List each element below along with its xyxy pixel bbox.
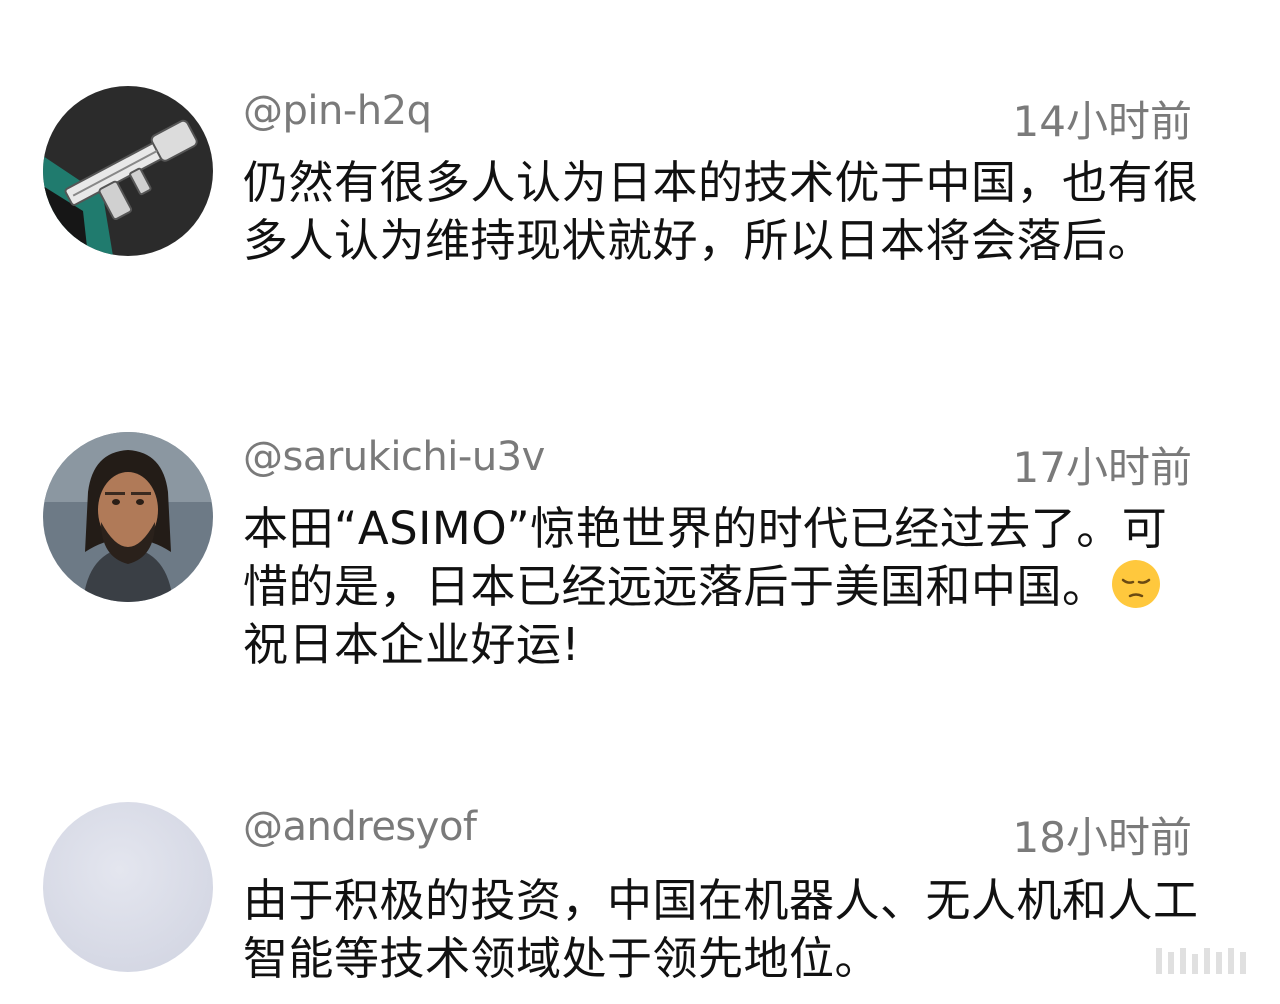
username[interactable]: @pin-h2q <box>243 88 432 134</box>
comment-text-part: 祝日本企业好运! <box>243 618 581 671</box>
avatar[interactable] <box>43 802 213 972</box>
comment-text-part: 本田“ASIMO”惊艳世界的时代已经过去了。可惜的是，日本已经远远落后于美国和中… <box>243 502 1168 613</box>
pensive-face-emoji <box>1111 560 1160 608</box>
bearded-man-portrait <box>43 432 213 602</box>
username[interactable]: @andresyof <box>243 804 477 850</box>
timestamp: 17小时前 <box>1012 443 1192 492</box>
timestamp: 18小时前 <box>1012 813 1192 862</box>
comment-item: @sarukichi-u3v 17小时前 本田“ASIMO”惊艳世界的时代已经过… <box>0 432 1280 692</box>
avatar[interactable] <box>43 86 213 256</box>
comment-item: @andresyof 18小时前 由于积极的投资，中国在机器人、无人机和人工智能… <box>0 802 1280 1002</box>
comment-item: @pin-h2q 14小时前 仍然有很多人认为日本的技术优于中国，也有很多人认为… <box>0 86 1280 346</box>
gun-icon <box>43 86 213 256</box>
timestamp: 14小时前 <box>1012 97 1192 146</box>
avatar[interactable] <box>43 432 213 602</box>
blank-avatar <box>43 802 213 972</box>
comment-text: 本田“ASIMO”惊艳世界的时代已经过去了。可惜的是，日本已经远远落后于美国和中… <box>243 500 1203 674</box>
comment-text: 仍然有很多人认为日本的技术优于中国，也有很多人认为维持现状就好，所以日本将会落后… <box>243 156 1199 267</box>
username[interactable]: @sarukichi-u3v <box>243 434 545 480</box>
comment-text: 由于积极的投资，中国在机器人、无人机和人工智能等技术领域处于领先地位。 <box>243 874 1199 985</box>
watermark-logo <box>1148 944 1258 978</box>
